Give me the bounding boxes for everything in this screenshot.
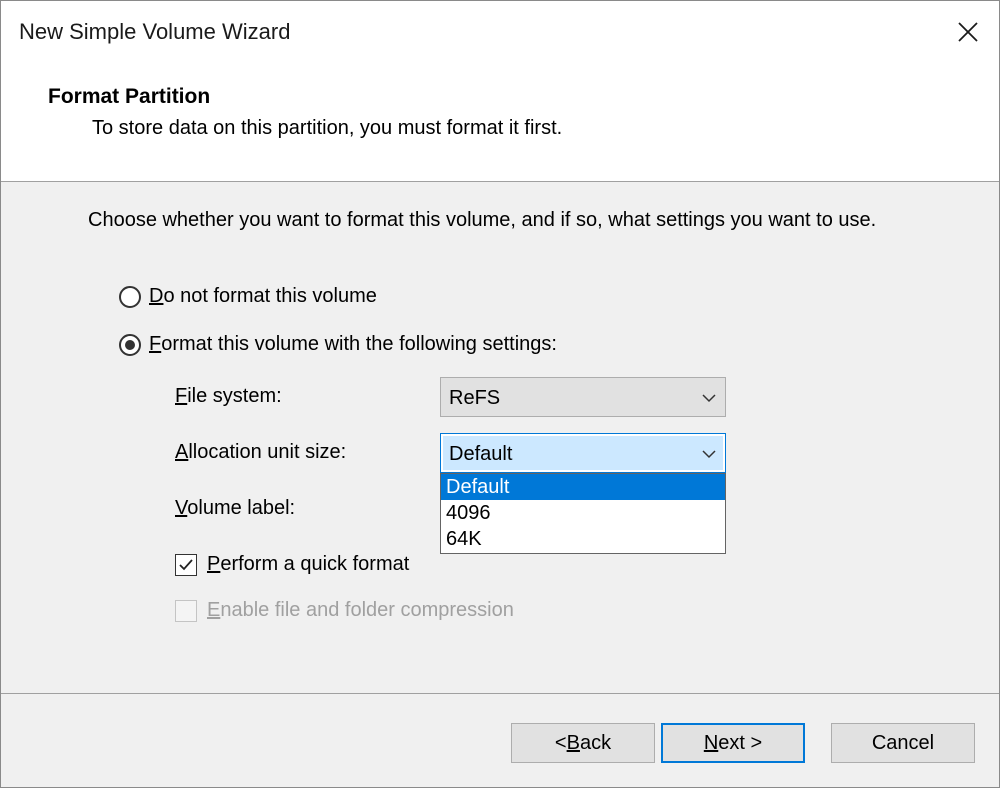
allocation-unit-value: Default bbox=[449, 443, 513, 465]
file-system-label: File system: bbox=[175, 385, 282, 407]
page-subtitle: To store data on this partition, you mus… bbox=[92, 117, 563, 139]
footer-divider bbox=[1, 693, 999, 694]
file-system-select[interactable]: ReFS bbox=[440, 377, 726, 417]
radio-format-volume[interactable]: Format this volume with the following se… bbox=[119, 333, 557, 356]
dropdown-option-64k[interactable]: 64K bbox=[441, 526, 725, 552]
wizard-header: Format Partition To store data on this p… bbox=[1, 63, 999, 182]
radio-label: Format this volume with the following se… bbox=[149, 333, 557, 355]
volume-label-label: Volume label: bbox=[175, 497, 296, 519]
back-button[interactable]: < Back bbox=[511, 723, 655, 763]
page-title: Format Partition bbox=[48, 85, 211, 108]
close-icon bbox=[958, 22, 978, 42]
compression-checkbox-row: Enable file and folder compression bbox=[175, 599, 514, 622]
quick-format-label: Perform a quick format bbox=[207, 553, 410, 575]
allocation-unit-label: Allocation unit size: bbox=[175, 441, 347, 463]
compression-label: Enable file and folder compression bbox=[207, 599, 514, 621]
allocation-unit-select[interactable]: Default bbox=[440, 433, 726, 473]
next-button[interactable]: Next > bbox=[661, 723, 805, 763]
file-system-value: ReFS bbox=[449, 387, 501, 409]
dropdown-option-4096[interactable]: 4096 bbox=[441, 500, 725, 526]
allocation-unit-dropdown: Default 4096 64K bbox=[440, 473, 726, 554]
chevron-down-icon bbox=[702, 450, 716, 459]
dropdown-option-default[interactable]: Default bbox=[441, 474, 725, 500]
radio-button-selected[interactable] bbox=[119, 333, 141, 356]
title-bar: New Simple Volume Wizard bbox=[1, 1, 999, 63]
radio-do-not-format[interactable]: Do not format this volume bbox=[119, 285, 377, 308]
close-button[interactable] bbox=[937, 1, 999, 63]
radio-label: Do not format this volume bbox=[149, 285, 377, 307]
wizard-window: New Simple Volume Wizard Format Partitio… bbox=[0, 0, 1000, 788]
chevron-down-icon bbox=[702, 394, 716, 403]
radio-button[interactable] bbox=[119, 285, 141, 308]
checkmark-icon bbox=[179, 558, 193, 570]
quick-format-checkbox[interactable] bbox=[175, 553, 197, 576]
intro-text: Choose whether you want to format this v… bbox=[88, 209, 877, 231]
compression-checkbox bbox=[175, 599, 197, 622]
quick-format-checkbox-row[interactable]: Perform a quick format bbox=[175, 553, 409, 576]
window-title: New Simple Volume Wizard bbox=[19, 19, 291, 44]
cancel-button[interactable]: Cancel bbox=[831, 723, 975, 763]
